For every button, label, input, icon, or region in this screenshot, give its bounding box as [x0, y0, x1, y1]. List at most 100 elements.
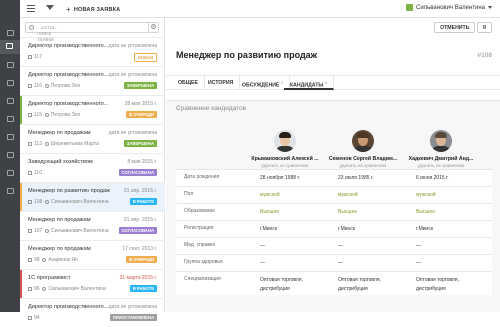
request-list: Быстрый поиск заявки ⚙ Директор производ… [20, 18, 165, 321]
tab-discussion[interactable]: ОБСУЖДЕНИЕ 2 [236, 76, 290, 90]
priority-bar [20, 183, 22, 211]
row-value[interactable]: Высшее [260, 208, 332, 217]
pause-button[interactable]: II [477, 22, 492, 33]
remove-from-comparison-link[interactable]: удалить из сравнения [328, 163, 398, 168]
person-icon [42, 257, 47, 262]
candidate-name: Семенов Сергей Владим... [328, 156, 398, 162]
list-item[interactable]: Директор производственного... дата не уст… [20, 298, 165, 327]
checkbox-icon [28, 228, 32, 233]
sidebar-item-people[interactable] [5, 78, 15, 87]
remove-from-comparison-link[interactable]: удалить из сравнения [250, 163, 320, 168]
priority-bar [20, 212, 22, 240]
item-date: 28 мая 2015 г. [124, 101, 157, 107]
item-title: Заведующий хозяйством [28, 159, 93, 165]
item-date: 17 сент. 2013 г. [122, 246, 157, 252]
sidebar-item-documents[interactable] [5, 132, 15, 141]
remove-from-comparison-link[interactable]: удалить из сравнения [406, 163, 476, 168]
row-value[interactable]: мужской [416, 191, 488, 200]
search-input[interactable]: Быстрый поиск заявки ⚙ [25, 22, 159, 43]
sidebar-item-portfolio[interactable] [5, 186, 15, 195]
priority-bar [20, 154, 22, 182]
comparison-row: Образование Высшее Высшее Высшее [176, 203, 492, 220]
comparison-row: Мед. справка — — — [176, 237, 492, 254]
candidate-card[interactable]: Крыжановский Алексей ... удалить из сравн… [250, 130, 320, 168]
row-value: г.Минск [338, 226, 356, 232]
list-item[interactable]: Директор производственного... 28 мая 2015… [20, 95, 165, 124]
sidebar-item-reports[interactable] [5, 150, 15, 159]
tab-candidates[interactable]: КАНДИДАТЫ 5 [284, 76, 335, 90]
item-meta: 110 [28, 170, 42, 176]
list-item[interactable]: Менеджер по продажам 21 апр. 2015 г. 107 С… [20, 211, 165, 240]
tab-general[interactable]: ОБЩЕЕ [172, 76, 205, 90]
row-value: г.Минск [416, 226, 434, 232]
row-value: — [338, 243, 343, 249]
row-value: Оптовая торговля, дистрибуция [416, 277, 459, 292]
status-badge: ЗАВЕРШЕНА [123, 140, 157, 147]
status-badge: В РАБОТЕ [129, 198, 157, 205]
new-request-button[interactable]: + НОВАЯ ЗАЯВКА [66, 4, 120, 14]
row-value[interactable]: мужской [338, 191, 410, 200]
item-meta: 113 Шереметьева Марта [28, 141, 99, 147]
comparison-row: Регистрация г.Минск г.Минск г.Минск [176, 220, 492, 237]
hair-shape [357, 132, 369, 138]
person-icon [42, 286, 47, 291]
item-title: Директор производственного... [28, 43, 109, 49]
sidebar-item-home[interactable] [5, 28, 15, 37]
calendar-icon [7, 170, 14, 176]
item-meta: 117 [28, 54, 42, 60]
checkbox-icon [28, 141, 32, 146]
status-badge: СОГЛАСОВАНА [118, 169, 157, 176]
top-bar: + НОВАЯ ЗАЯВКА Сильванович Валентина [0, 0, 500, 18]
bank-icon [7, 98, 14, 104]
row-value: г.Минск [260, 226, 278, 232]
sidebar-item-requests[interactable] [0, 40, 20, 54]
checkbox-icon [28, 257, 32, 262]
list-item[interactable]: 1С программист 31 марта 2015 г. 96 Сильван… [20, 269, 165, 298]
candidate-name: Хадкевич Дмитрий Анд... [408, 156, 474, 162]
filter-icon[interactable] [46, 5, 54, 10]
row-value: 23 июля 1985 г. [338, 175, 374, 181]
list-item[interactable]: Директор производственного... дата не уст… [20, 66, 165, 95]
row-value[interactable]: мужской [260, 191, 332, 200]
candidate-card[interactable]: Семенов Сергей Владим... удалить из сравн… [328, 130, 398, 168]
list-item[interactable]: Менеджер по продажам дата не установлена 1… [20, 124, 165, 153]
cancel-button[interactable]: ОТМЕНИТЬ [434, 22, 476, 33]
row-label: Группа здоровья [184, 259, 223, 265]
list-item[interactable]: Заведующий хозяйством 8 мая 2015 г. 110 СОГ… [20, 153, 165, 182]
gear-icon[interactable]: ⚙ [148, 23, 158, 32]
row-value: — [338, 260, 343, 266]
priority-bar [20, 125, 22, 153]
priority-bar [20, 270, 22, 298]
candidate-card[interactable]: Хадкевич Дмитрий Анд... удалить из сравне… [406, 130, 476, 168]
priority-bar [20, 38, 22, 66]
comparison-row: Специализация Оптовая торговля, дистрибуц… [176, 271, 492, 295]
checkbox-icon [28, 83, 32, 88]
item-meta: 115 Петрова Зоя [28, 112, 80, 118]
candidate-photo [430, 130, 452, 152]
sidebar [0, 18, 20, 312]
sidebar-item-education[interactable] [5, 60, 15, 69]
tab-history[interactable]: ИСТОРИЯ [202, 76, 241, 90]
item-title: Директор производственного... [28, 304, 109, 310]
menu-icon[interactable] [27, 5, 35, 12]
item-title: Директор производственного... [28, 72, 109, 78]
row-value[interactable]: Высшее [416, 208, 488, 217]
row-label: Образование [184, 208, 215, 214]
row-value[interactable]: Высшее [338, 208, 410, 217]
row-value: Оптовая торговля, дистрибуция [260, 277, 303, 292]
checkbox-icon [28, 315, 32, 320]
row-value: 28 ноября 1988 г. [260, 175, 300, 181]
plus-icon: + [66, 5, 71, 14]
list-item[interactable]: Директор производственного... дата не уст… [20, 37, 165, 66]
page-title: Менеджер по развитию продаж [176, 50, 318, 60]
row-value: Оптовая торговля, дистрибуция [338, 277, 381, 292]
item-title: Менеджер по развитию продаж [28, 188, 110, 194]
sidebar-item-calendar[interactable] [5, 168, 15, 177]
list-item[interactable]: Менеджер по продажам 17 сент. 2013 г. 98 А… [20, 240, 165, 269]
sidebar-item-structure[interactable] [5, 114, 15, 123]
report-icon [7, 152, 14, 158]
user-menu[interactable]: Сильванович Валентина [406, 4, 492, 11]
sidebar-item-bank[interactable] [5, 96, 15, 105]
list-item[interactable]: Менеджер по развитию продаж 21 апр. 2015 … [20, 182, 165, 211]
briefcase-icon [7, 188, 14, 194]
